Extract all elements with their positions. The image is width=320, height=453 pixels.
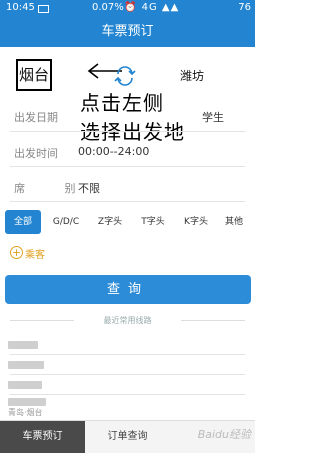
time-value[interactable]: 00:00--24:00	[78, 145, 149, 158]
recent-route-item[interactable]	[8, 380, 42, 390]
recent-route-item[interactable]	[8, 340, 38, 350]
tab-other[interactable]: 其他	[219, 210, 249, 234]
plus-circle-icon: +	[10, 246, 23, 259]
tab-z[interactable]: Z字头	[91, 210, 129, 234]
train-type-tabs: 全部 G/D/C Z字头 T字头 K字头 其他	[5, 210, 251, 234]
divider	[10, 201, 245, 202]
mail-icon	[38, 5, 49, 13]
recent-route-item[interactable]: 青岛·烟台	[8, 407, 43, 418]
screen: 10:45 0.07% ⏰ 4G ▲▲ 76 车票预订 烟台 潍坊 点击左侧 选…	[0, 0, 255, 453]
nav-ticket-booking[interactable]: 车票预订	[0, 421, 85, 453]
divider	[181, 320, 245, 321]
status-percent: 0.07%	[92, 2, 124, 13]
status-icons: ⏰ 4G ▲▲	[124, 2, 180, 13]
page-title: 车票预订	[0, 17, 255, 47]
tab-k[interactable]: K字头	[177, 210, 215, 234]
seat-value[interactable]: 不限	[78, 180, 100, 196]
divider	[10, 394, 245, 395]
recent-route-item[interactable]	[8, 397, 46, 407]
divider	[10, 166, 245, 167]
query-button[interactable]: 查询	[5, 275, 251, 304]
tab-gdc[interactable]: G/D/C	[46, 210, 86, 234]
time-label: 出发时间	[14, 147, 58, 160]
passenger-type[interactable]: 学生	[202, 109, 224, 125]
nav-order-query[interactable]: 订单查询	[85, 421, 170, 453]
from-station[interactable]: 烟台	[16, 59, 52, 91]
recent-route-item[interactable]	[8, 360, 44, 370]
tab-t[interactable]: T字头	[134, 210, 172, 234]
divider	[10, 354, 245, 355]
swap-icon[interactable]	[112, 66, 138, 86]
to-station[interactable]: 潍坊	[180, 67, 204, 84]
date-label: 出发日期	[14, 111, 58, 124]
status-bar: 10:45 0.07% ⏰ 4G ▲▲ 76	[0, 0, 255, 17]
tab-all[interactable]: 全部	[5, 210, 41, 234]
add-passenger-label: 乘客	[25, 250, 45, 261]
divider	[10, 374, 245, 375]
status-time: 10:45	[6, 2, 35, 13]
divider	[10, 131, 245, 132]
battery-level: 76	[238, 2, 251, 13]
watermark: Baidu经验	[197, 428, 251, 441]
annotation-line-1: 点击左侧	[80, 91, 164, 115]
